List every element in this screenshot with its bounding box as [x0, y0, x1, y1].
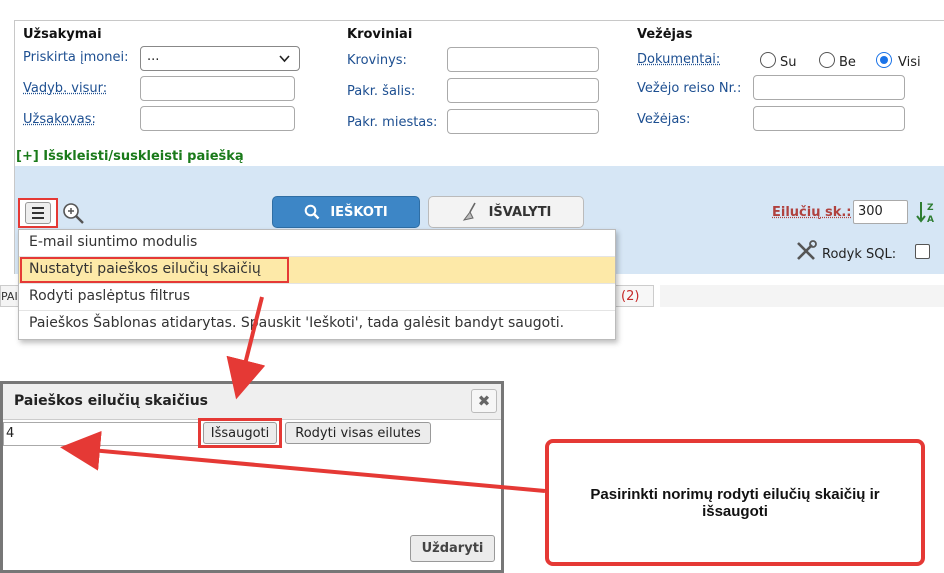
- arrow-to-input: [60, 430, 546, 493]
- instruction-callout-text: Pasirinkti norimų rodyti eilučių skaičių…: [590, 485, 880, 520]
- instruction-callout: Pasirinkti norimų rodyti eilučių skaičių…: [545, 439, 925, 566]
- arrow-to-dialog: [226, 296, 266, 400]
